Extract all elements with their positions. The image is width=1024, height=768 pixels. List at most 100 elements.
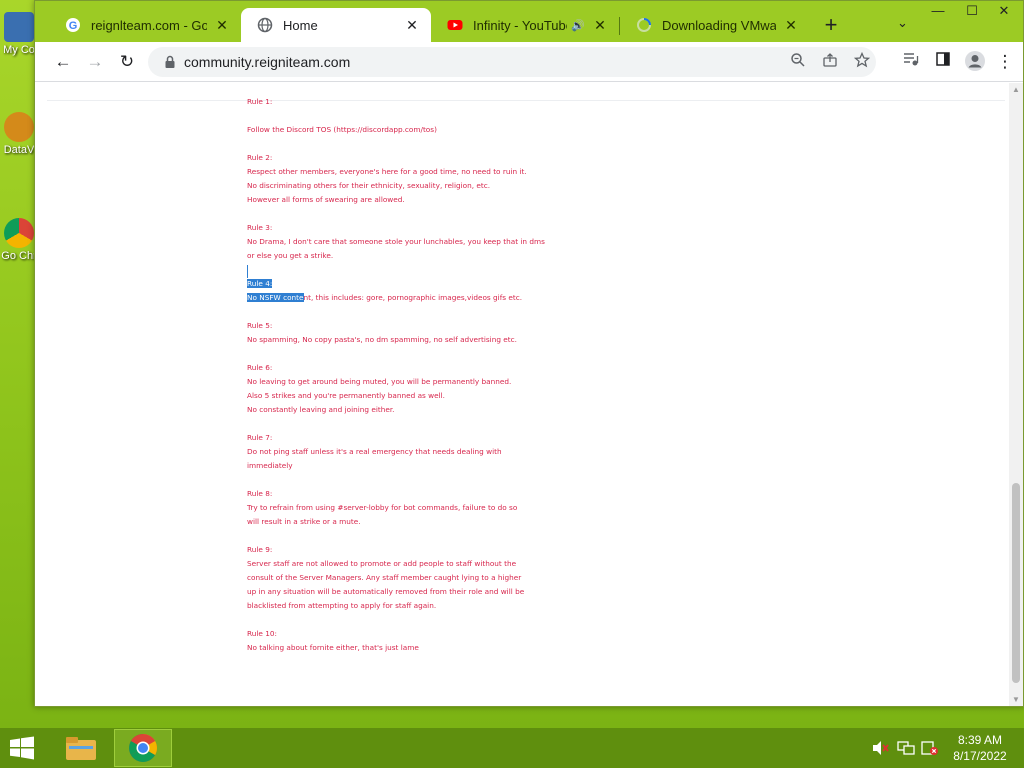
close-icon[interactable]: ✕: [591, 17, 609, 34]
chrome-icon: [4, 218, 34, 248]
rule-text: No Drama, I don't care that someone stol…: [247, 237, 545, 246]
lock-icon[interactable]: [162, 54, 178, 70]
rule-text: or else you get a strike.: [247, 251, 334, 260]
rule-text: Do not ping staff unless it's a real eme…: [247, 447, 502, 456]
back-button[interactable]: ←: [51, 50, 75, 74]
tab-youtube[interactable]: Infinity - YouTube 🔊 ✕: [431, 8, 619, 42]
rule-text: However all forms of swearing are allowe…: [247, 195, 405, 204]
media-controls-icon[interactable]: [899, 50, 923, 74]
rule-text: No constantly leaving and joining either…: [247, 405, 395, 414]
bookmark-star-icon[interactable]: [852, 51, 872, 72]
rule-text: immediately: [247, 461, 293, 470]
rule-heading: Rule 8:: [247, 489, 273, 498]
system-clock[interactable]: 8:39 AM 8/17/2022: [945, 732, 1015, 764]
tab-title: Home: [283, 17, 318, 33]
rule-heading: Rule 10:: [247, 629, 277, 638]
tab-google[interactable]: G reignlteam.com - Goog ✕: [49, 8, 241, 42]
tab-vmware[interactable]: Downloading VMware ✕: [620, 8, 810, 42]
side-panel-icon[interactable]: [931, 50, 955, 74]
forward-button[interactable]: →: [83, 50, 107, 74]
clock-date: 8/17/2022: [953, 749, 1007, 763]
rule-block: Rule 3: No Drama, I don't care that some…: [247, 221, 547, 263]
tab-strip: G reignlteam.com - Goog ✕ Home ✕ Infinit…: [35, 1, 1023, 42]
atom-icon: [4, 112, 34, 142]
rule-text: No talking about fornite either, that's …: [247, 643, 419, 652]
rule-text: No spamming, No copy pasta's, no dm spam…: [247, 335, 517, 344]
rule-text: Respect other members, everyone's here f…: [247, 167, 527, 176]
toolbar: ← → ↻ community.reigniteam.com ⋮: [35, 42, 1023, 82]
close-icon[interactable]: ✕: [213, 17, 231, 34]
rule-text: No discriminating others for their ethni…: [247, 181, 491, 190]
youtube-icon: [447, 17, 463, 33]
taskbar-file-explorer[interactable]: [52, 729, 110, 767]
desktop-icon-google-chrome[interactable]: Go Chr: [0, 218, 38, 262]
rule-block: Rule 10: No talking about fornite either…: [247, 627, 547, 655]
selected-text: No NSFW conte: [247, 293, 304, 302]
tab-home[interactable]: Home ✕: [241, 8, 431, 42]
tab-title: reignlteam.com - Goog: [91, 17, 207, 33]
chrome-icon: [129, 734, 157, 762]
desktop-icon-my-computer[interactable]: My Co: [0, 12, 38, 56]
close-icon[interactable]: ✕: [403, 17, 421, 34]
menu-kebab-icon[interactable]: ⋮: [993, 50, 1017, 74]
rule-heading: Rule 1:: [247, 97, 273, 106]
rule-heading: Rule 3:: [247, 223, 273, 232]
page-scrollbar[interactable]: ▲ ▼: [1009, 83, 1023, 706]
rule-text: No leaving to get around being muted, yo…: [247, 377, 512, 386]
rule-block: Rule 4: No NSFW content, this includes: …: [247, 277, 547, 305]
globe-icon: [257, 17, 273, 33]
scroll-down-icon[interactable]: ▼: [1012, 695, 1020, 704]
rule-text: nt, this includes: gore, pornographic im…: [303, 293, 523, 302]
text-cursor: [247, 265, 248, 278]
new-tab-button[interactable]: +: [819, 13, 843, 37]
volume-muted-icon[interactable]: [872, 740, 890, 756]
action-center-alert-icon[interactable]: [921, 740, 939, 756]
network-icon[interactable]: [897, 740, 915, 756]
tab-title: Infinity - YouTube: [473, 17, 568, 33]
rule-text: blacklisted from attempting to apply for…: [247, 601, 437, 610]
windows-start-button[interactable]: [8, 736, 38, 760]
rule-block: Rule 6: No leaving to get around being m…: [247, 361, 547, 417]
rules-content: Rule 1: Follow the Discord TOS (https://…: [247, 95, 547, 669]
clock-time: 8:39 AM: [957, 733, 1003, 747]
zoom-icon[interactable]: [788, 52, 808, 72]
profile-avatar-icon[interactable]: [963, 50, 987, 74]
desktop-icon-dataviewer[interactable]: DataV: [0, 112, 38, 156]
rule-block: Rule 8: Try to refrain from using #serve…: [247, 487, 547, 529]
rule-heading: Rule 2:: [247, 153, 273, 162]
rule-heading: Rule 5:: [247, 321, 273, 330]
tab-search-button[interactable]: ⌄: [897, 15, 908, 31]
close-icon[interactable]: ✕: [782, 17, 800, 34]
desktop-icon-label: DataV: [3, 144, 35, 156]
rule-text: Also 5 strikes and you're permanently ba…: [247, 391, 445, 400]
taskbar: 8:39 AM 8/17/2022: [0, 728, 1024, 768]
rule-text: Try to refrain from using #server-lobby …: [247, 503, 518, 512]
rule-heading: Rule 9:: [247, 545, 273, 554]
url-text[interactable]: community.reigniteam.com: [184, 54, 350, 70]
taskbar-chrome[interactable]: [114, 729, 172, 767]
google-icon: G: [65, 17, 81, 33]
rule-text: consult of the Server Managers. Any staf…: [247, 573, 522, 582]
rule-block: Rule 2: Respect other members, everyone'…: [247, 151, 547, 207]
rule-heading: Rule 4:: [247, 279, 273, 288]
share-icon[interactable]: [820, 52, 840, 72]
rule-heading: Rule 6:: [247, 363, 273, 372]
maximize-button[interactable]: ☐: [957, 3, 987, 23]
page-viewport: Rule 1: Follow the Discord TOS (https://…: [35, 83, 1023, 706]
rule-text: Follow the Discord TOS (https://discorda…: [247, 125, 437, 134]
scroll-up-icon[interactable]: ▲: [1012, 85, 1020, 94]
rule-heading: Rule 7:: [247, 433, 273, 442]
address-bar[interactable]: community.reigniteam.com: [148, 47, 876, 77]
computer-icon: [4, 12, 34, 42]
desktop-icon-label: My Co: [3, 44, 35, 56]
desktop-icon-label: Go Chr: [1, 250, 37, 262]
rule-block: Rule 7: Do not ping staff unless it's a …: [247, 431, 547, 473]
loading-spinner-icon: [636, 17, 652, 33]
minimize-button[interactable]: —: [923, 3, 953, 23]
svg-text:G: G: [69, 20, 78, 32]
speaker-icon[interactable]: 🔊: [571, 19, 585, 32]
reload-button[interactable]: ↻: [115, 50, 139, 74]
rule-block: Rule 1: Follow the Discord TOS (https://…: [247, 95, 547, 137]
close-window-button[interactable]: ✕: [989, 3, 1019, 23]
scrollbar-thumb[interactable]: [1012, 483, 1020, 683]
